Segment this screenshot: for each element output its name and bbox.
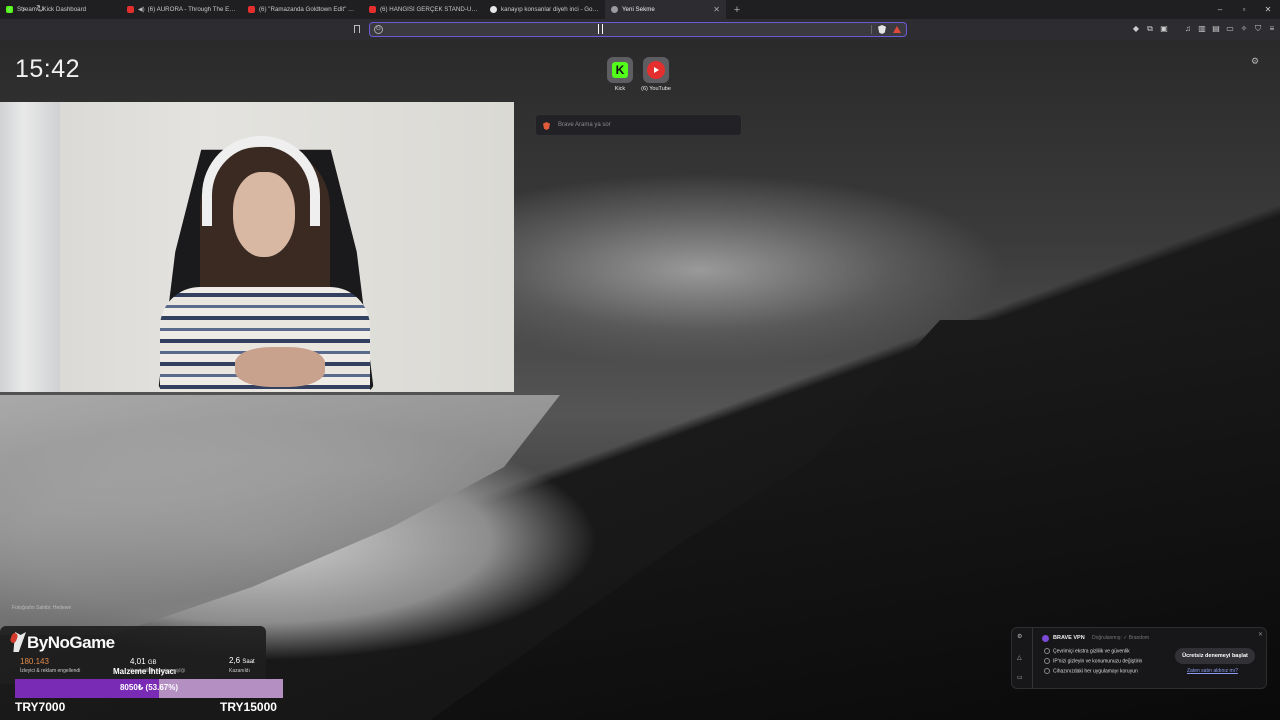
- address-divider: [871, 25, 872, 34]
- screenshot-icon[interactable]: ▣: [1159, 24, 1169, 34]
- vpn-side-gear-icon[interactable]: ⚙: [1017, 633, 1022, 640]
- shortcut-tile: K: [607, 57, 633, 83]
- text-cursor-icon: [598, 24, 603, 34]
- tab-stream-dashboard[interactable]: Stream - Kick Dashboard: [0, 0, 121, 19]
- tab-title: (6) "Ramazanda Goldtown Edit" Kick: [259, 6, 357, 13]
- youtube-favicon-icon: [369, 6, 376, 13]
- bookmark-icon[interactable]: [354, 25, 360, 33]
- brave-rewards-icon[interactable]: [893, 26, 901, 33]
- shortcut-label: (6) YouTube: [641, 86, 671, 92]
- stat-number: 2,6: [229, 656, 241, 665]
- brave-shields-icon[interactable]: [878, 25, 886, 34]
- stat-label: İzleyici & reklam engellendi: [20, 668, 81, 674]
- vpn-close-icon[interactable]: ✕: [1258, 631, 1263, 638]
- globe-icon: [611, 6, 618, 13]
- clock: 15:42: [15, 55, 81, 83]
- brave-search-box[interactable]: Brave Arama ya sor: [535, 114, 742, 136]
- stat-value: 180.143: [20, 657, 49, 666]
- brave-logo-icon: [543, 122, 550, 130]
- youtube-icon: [647, 61, 665, 79]
- shortcut-tile: [643, 57, 669, 83]
- stat-number: 4,01: [130, 657, 146, 666]
- vpn-title: BRAVE VPN: [1053, 635, 1085, 641]
- tab-strip: Stream - Kick Dashboard ◀) (6) AURORA - …: [0, 0, 1280, 19]
- sidebar-icon[interactable]: ▥: [1197, 24, 1207, 34]
- stat-label: Kazanıldı: [229, 668, 250, 674]
- address-bar[interactable]: G: [369, 22, 907, 37]
- tab-title: (6) AURORA - Through The Eyes: [147, 6, 236, 13]
- shortcut-kick[interactable]: K Kick: [600, 57, 640, 92]
- close-window-button[interactable]: ✕: [1256, 0, 1280, 19]
- vpn-sponsor-label: Doğrulanmış: ✓ Brandom: [1092, 635, 1149, 641]
- menu-icon[interactable]: ≡: [1267, 24, 1277, 34]
- already-purchased-link[interactable]: Zaten satın aldınız mı?: [1187, 668, 1238, 674]
- webcam-feed: [0, 102, 514, 392]
- leo-icon[interactable]: ◆: [1131, 24, 1141, 34]
- vpn-side-warning-icon[interactable]: △: [1017, 654, 1022, 661]
- stat-value: 4,01 GB: [130, 657, 156, 666]
- close-tab-icon[interactable]: ✕: [709, 5, 720, 14]
- tab-google-search[interactable]: kanayıp konsanlar diyeh inci - Google: [484, 0, 605, 19]
- maximize-button[interactable]: ▫: [1232, 0, 1256, 19]
- goal-max: TRY15000: [220, 700, 277, 714]
- extensions-icon[interactable]: ⧉: [1145, 24, 1155, 34]
- stat-value: 2,6 Saat: [229, 656, 255, 665]
- tab-ramazan-edit[interactable]: (6) "Ramazanda Goldtown Edit" Kick: [242, 0, 363, 19]
- youtube-favicon-icon: [248, 6, 255, 13]
- start-trial-button[interactable]: Ücretsiz denemeyi başlat: [1175, 648, 1255, 664]
- window-controls: – ▫ ✕: [1208, 0, 1280, 19]
- vpn-feature: IP'nizi gizleyin ve konumunuzu değiştiri…: [1044, 658, 1142, 664]
- goal-progress-bar: 8050₺ (53.67%): [15, 679, 283, 698]
- webcam-person-hands: [235, 347, 325, 387]
- tab-title: kanayıp konsanlar diyeh inci - Google: [501, 6, 599, 13]
- search-engine-icon: G: [374, 25, 383, 34]
- goal-title: Malzeme İhtiyacı: [113, 667, 177, 676]
- music-icon[interactable]: ♫: [1183, 24, 1193, 34]
- search-placeholder: Brave Arama ya sor: [558, 122, 611, 128]
- youtube-favicon-icon: [127, 6, 134, 13]
- tab-title: Stream - Kick Dashboard: [17, 6, 87, 13]
- back-button[interactable]: ‹: [8, 4, 11, 15]
- shortcut-label: Kick: [614, 86, 626, 92]
- goal-min: TRY7000: [15, 700, 66, 714]
- settings-gear-icon[interactable]: ⚙: [1251, 56, 1259, 67]
- tab-title: (6) HANGİSİ GERÇEK STAND-UP KO: [380, 6, 478, 13]
- screen: Stream - Kick Dashboard ◀) (6) AURORA - …: [0, 0, 1280, 720]
- magic-icon[interactable]: ✧: [1239, 24, 1249, 34]
- stat-unit: Saat: [242, 659, 255, 665]
- shortcut-youtube[interactable]: (6) YouTube: [636, 57, 676, 92]
- extension-toolbar: ◆ ⧉ ▣ ♫ ▥ ▤ ▭ ✧ ⛉ ≡: [1131, 24, 1277, 34]
- vpn-logo-icon: [1042, 635, 1049, 642]
- tab-new-tab[interactable]: Yeni Sekme ✕: [605, 0, 726, 19]
- wallet-icon[interactable]: ▭: [1225, 24, 1235, 34]
- webcam-curtain: [0, 102, 60, 392]
- channel-name: ByNoGame: [27, 633, 115, 652]
- forward-button[interactable]: ›: [22, 4, 25, 15]
- google-favicon-icon: [490, 6, 497, 13]
- kick-icon: K: [612, 62, 628, 78]
- vpn-shield-icon[interactable]: ⛉: [1253, 24, 1263, 34]
- tab-aurora[interactable]: ◀) (6) AURORA - Through The Eyes: [121, 0, 242, 19]
- new-tab-button[interactable]: +: [730, 4, 744, 16]
- vpn-card-sidebar: ⚙ △ ▭: [1011, 627, 1033, 689]
- tab-standup[interactable]: (6) HANGİSİ GERÇEK STAND-UP KO: [363, 0, 484, 19]
- vpn-feature: Cihazınızdaki her uygulamayı koruyun: [1044, 668, 1138, 674]
- reload-button[interactable]: ↻: [36, 4, 44, 15]
- headphones: [202, 136, 320, 226]
- minimize-button[interactable]: –: [1208, 0, 1232, 19]
- photo-credit[interactable]: Fotoğrafın Sahibi: Hedewé: [12, 605, 71, 611]
- tab-view-icon[interactable]: ▤: [1211, 24, 1221, 34]
- vpn-side-card-icon[interactable]: ▭: [1017, 674, 1023, 681]
- stat-unit: GB: [147, 660, 157, 666]
- tab-title: Yeni Sekme: [622, 6, 655, 13]
- goal-progress-text: 8050₺ (53.67%): [119, 683, 179, 692]
- vpn-feature: Çevrimiçi ekstra gizlilik ve güvenlik: [1044, 648, 1130, 654]
- speaker-icon[interactable]: ◀): [138, 6, 145, 13]
